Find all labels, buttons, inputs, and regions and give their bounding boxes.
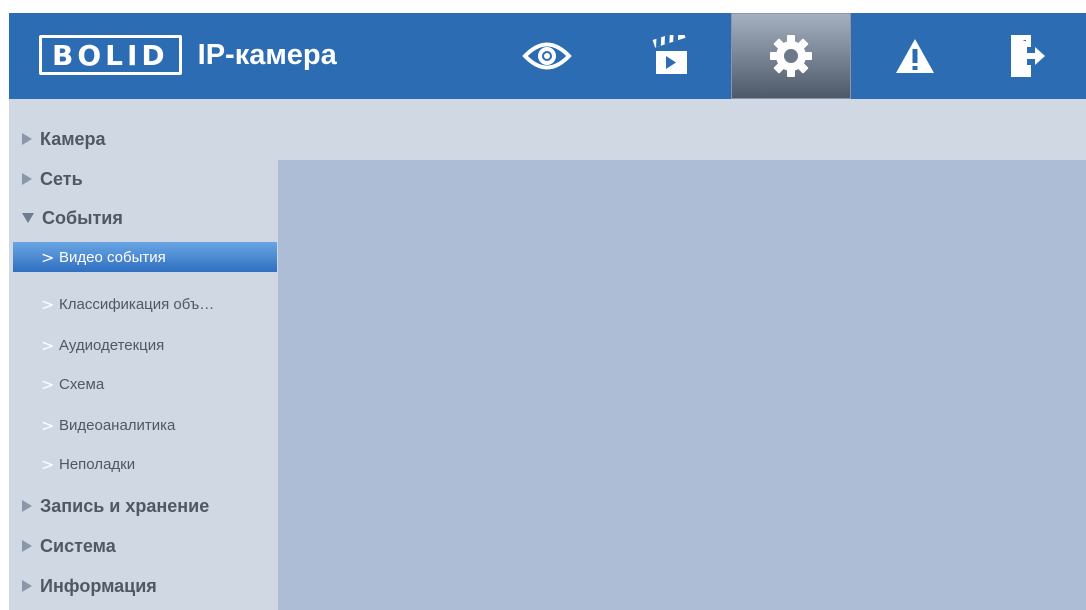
nav-live-view-button[interactable] xyxy=(487,13,607,99)
warning-icon xyxy=(896,39,934,73)
subitem-audio-detection[interactable]: > Аудиодетекция xyxy=(9,330,278,360)
content-panel xyxy=(278,160,1086,610)
top-header: BOLID IP-камера xyxy=(9,13,1086,99)
nav-settings-button[interactable] xyxy=(731,13,851,99)
subitem-label: Неполадки xyxy=(59,455,136,473)
sidebar-item-label: События xyxy=(42,207,123,228)
expand-arrow-icon xyxy=(22,500,32,512)
chevron-right-icon: > xyxy=(41,294,55,314)
nav-logout-button[interactable] xyxy=(967,13,1086,99)
subitem-label: Классификация объ… xyxy=(59,295,215,313)
expand-arrow-icon xyxy=(22,540,32,552)
subitem-faults[interactable]: > Неполадки xyxy=(9,449,278,479)
chevron-right-icon: > xyxy=(41,415,55,435)
sidebar-item-information[interactable]: Информация xyxy=(9,571,278,601)
nav-playback-button[interactable] xyxy=(611,13,731,99)
subitem-video-analytics[interactable]: > Видеоаналитика xyxy=(9,410,278,440)
subitem-label: Видео события xyxy=(59,248,166,266)
subitem-scheme[interactable]: > Схема xyxy=(9,369,278,399)
sidebar-item-label: Камера xyxy=(40,128,106,149)
content-toolbar xyxy=(278,99,1086,160)
expand-arrow-icon xyxy=(22,173,32,185)
chevron-right-icon: > xyxy=(41,335,55,355)
sidebar: Камера Сеть События > Видео события > Кл… xyxy=(9,99,278,610)
expand-arrow-icon xyxy=(22,133,32,145)
sidebar-item-recording-storage[interactable]: Запись и хранение xyxy=(9,491,278,521)
app-title: IP-камера xyxy=(197,38,337,71)
eye-icon xyxy=(522,42,572,70)
expand-arrow-icon xyxy=(22,580,32,592)
gear-icon xyxy=(770,35,812,77)
sidebar-item-camera[interactable]: Камера xyxy=(9,124,278,154)
subitem-label: Схема xyxy=(59,375,105,393)
sidebar-item-label: Система xyxy=(40,535,116,556)
sidebar-item-network[interactable]: Сеть xyxy=(9,164,278,194)
chevron-right-icon: > xyxy=(41,454,55,474)
subitem-label: Видеоаналитика xyxy=(59,416,176,434)
chevron-right-icon: > xyxy=(41,374,55,394)
brand-logo: BOLID IP-камера xyxy=(39,35,337,75)
subitem-label: Аудиодетекция xyxy=(59,336,165,354)
sidebar-item-label: Информация xyxy=(40,575,157,596)
subitem-video-events[interactable]: > Видео события xyxy=(13,242,277,272)
exit-door-icon xyxy=(1011,35,1045,77)
sidebar-item-label: Сеть xyxy=(40,168,83,189)
clapperboard-icon xyxy=(652,35,687,74)
chevron-right-icon: > xyxy=(41,247,55,267)
bolid-logo: BOLID xyxy=(39,35,182,75)
collapse-arrow-icon xyxy=(22,213,34,223)
sidebar-item-label: Запись и хранение xyxy=(40,495,210,516)
sidebar-item-events[interactable]: События xyxy=(9,203,278,233)
subitem-object-classification[interactable]: > Классификация объ… xyxy=(9,289,278,319)
sidebar-item-system[interactable]: Система xyxy=(9,531,278,561)
nav-alarm-button[interactable] xyxy=(855,13,975,99)
